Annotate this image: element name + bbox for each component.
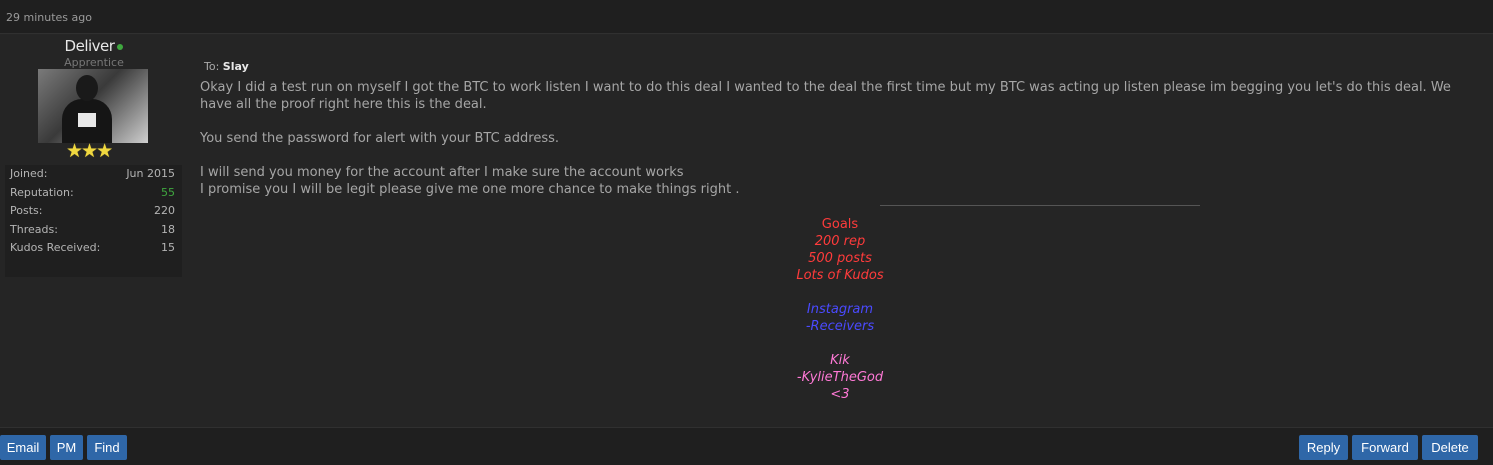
post-paragraph: You send the password for alert with you… bbox=[200, 131, 559, 146]
stat-value: Jun 2015 bbox=[126, 167, 175, 180]
stat-label: Joined: bbox=[10, 167, 48, 180]
signature-heart: <3 bbox=[830, 387, 850, 402]
post-paragraph: Okay I did a test run on myself I got th… bbox=[200, 80, 1451, 112]
online-status-icon bbox=[117, 43, 124, 50]
email-button[interactable]: Email bbox=[0, 435, 46, 460]
delete-button[interactable]: Delete bbox=[1422, 435, 1478, 460]
author-username[interactable]: Deliver bbox=[65, 37, 115, 55]
pm-button[interactable]: PM bbox=[50, 435, 83, 460]
signature-divider bbox=[880, 205, 1200, 206]
post-line: I will send you money for the account af… bbox=[200, 165, 684, 180]
stat-posts: Posts: 220 bbox=[5, 202, 182, 221]
stat-reputation: Reputation: 55 bbox=[5, 184, 182, 203]
avatar[interactable] bbox=[38, 69, 148, 143]
author-panel: Deliver Apprentice ★★★ Joined: Jun 2015 … bbox=[0, 35, 188, 427]
author-stats: Joined: Jun 2015 Reputation: 55 Posts: 2… bbox=[5, 165, 182, 277]
stat-label: Posts: bbox=[10, 204, 43, 217]
find-button[interactable]: Find bbox=[87, 435, 127, 460]
signature-goals-title: Goals bbox=[821, 217, 859, 232]
signature-instagram-handle: -Receivers bbox=[805, 319, 875, 334]
author-name-row: Deliver bbox=[0, 37, 188, 55]
recipient-name[interactable]: Slay bbox=[223, 60, 249, 73]
stat-threads: Threads: 18 bbox=[5, 221, 182, 240]
signature-kik: Kik bbox=[830, 353, 850, 368]
signature-spacer bbox=[680, 284, 1000, 301]
recipient-label: To: bbox=[204, 60, 220, 73]
post-paragraph: I will send you money for the account af… bbox=[200, 164, 1475, 198]
stat-joined: Joined: Jun 2015 bbox=[5, 165, 182, 184]
post-container: Deliver Apprentice ★★★ Joined: Jun 2015 … bbox=[0, 35, 1493, 427]
signature-goal: 500 posts bbox=[808, 251, 872, 266]
stat-value: 18 bbox=[161, 222, 175, 236]
signature-goal: Lots of Kudos bbox=[796, 268, 884, 283]
signature: Goals 200 rep 500 posts Lots of Kudos In… bbox=[680, 216, 1000, 403]
stat-value: 220 bbox=[154, 204, 175, 217]
signature-spacer bbox=[680, 335, 1000, 352]
post-timestamp: 29 minutes ago bbox=[6, 11, 92, 24]
stat-label: Reputation: bbox=[10, 185, 74, 199]
stat-kudos: Kudos Received: 15 bbox=[5, 239, 182, 258]
post-actions: Email PM Find Reply Forward Delete bbox=[0, 427, 1493, 465]
signature-goal: 200 rep bbox=[814, 234, 866, 249]
reputation-value[interactable]: 55 bbox=[161, 184, 175, 202]
author-usertitle: Apprentice bbox=[64, 56, 124, 69]
post-line: I promise you I will be legit please giv… bbox=[200, 182, 740, 197]
stat-label: Threads: bbox=[10, 222, 58, 236]
post-header: 29 minutes ago bbox=[0, 0, 1493, 34]
forward-button[interactable]: Forward bbox=[1352, 435, 1418, 460]
post-body: To: Slay Okay I did a test run on myself… bbox=[200, 35, 1480, 427]
avatar-figure-head bbox=[76, 75, 98, 101]
signature-kik-handle: -KylieTheGod bbox=[796, 370, 884, 385]
avatar-figure-shirt bbox=[78, 113, 96, 127]
reply-button[interactable]: Reply bbox=[1299, 435, 1348, 460]
signature-instagram: Instagram bbox=[806, 302, 874, 317]
stat-label: Kudos Received: bbox=[10, 241, 101, 254]
stat-value: 15 bbox=[161, 241, 175, 254]
recipient-line: To: Slay bbox=[204, 60, 249, 73]
rank-stars-icon: ★★★ bbox=[66, 140, 113, 162]
